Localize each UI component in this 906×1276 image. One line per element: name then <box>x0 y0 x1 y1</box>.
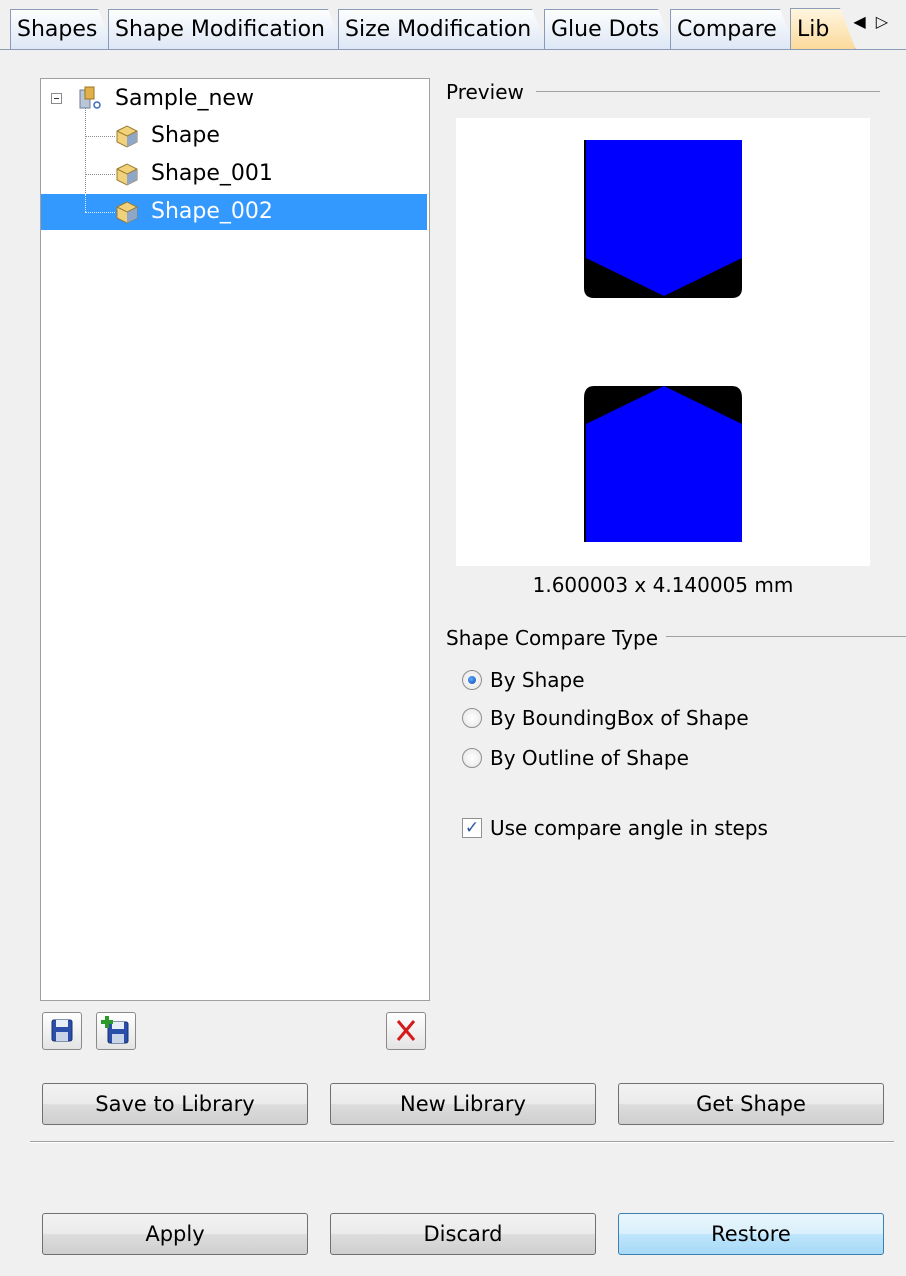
delete-button[interactable] <box>386 1012 426 1050</box>
shape-dimensions: 1.600003 x 4.140005 mm <box>532 573 794 597</box>
tree-item-label: Shape_001 <box>151 161 273 186</box>
shape-icon <box>116 125 138 148</box>
checkbox-label: Use compare angle in steps <box>490 816 768 840</box>
tab-baseline <box>0 49 906 50</box>
shape-icon <box>116 163 138 186</box>
radio-label: By Shape <box>490 668 585 692</box>
tab-label: Lib <box>797 17 830 42</box>
tree-item-label: Sample_new <box>115 86 254 111</box>
radio-button[interactable] <box>462 670 482 690</box>
tab-compare[interactable]: Compare <box>670 9 796 49</box>
new-library-button[interactable]: New Library <box>330 1083 596 1125</box>
tree-connector <box>85 194 86 212</box>
discard-button[interactable]: Discard <box>330 1213 596 1255</box>
preview-title: Preview <box>446 80 524 104</box>
get-shape-button[interactable]: Get Shape <box>618 1083 884 1125</box>
radio-by-shape[interactable]: By Shape <box>462 666 585 694</box>
tab-label: Shapes <box>17 17 98 42</box>
library-icon <box>79 86 101 109</box>
tab-lib[interactable]: Lib <box>790 8 856 50</box>
tab-size-modification[interactable]: Size Modification <box>338 9 548 49</box>
tree-item-shape[interactable]: Shape <box>41 118 427 154</box>
radio-by-bounding-box[interactable]: By BoundingBox of Shape <box>462 704 749 732</box>
tab-label: Shape Modification <box>115 17 325 42</box>
tab-label: Glue Dots <box>551 17 660 42</box>
restore-button[interactable]: Restore <box>618 1213 884 1255</box>
tab-scroll: ◀▷ <box>853 12 898 31</box>
radio-button[interactable] <box>462 708 482 728</box>
group-divider <box>666 636 906 637</box>
tree-item-shape-002[interactable]: Shape_002 <box>41 194 427 230</box>
tab-glue-dots[interactable]: Glue Dots <box>544 9 674 49</box>
tab-label: Size Modification <box>345 17 532 42</box>
button-separator <box>30 1141 894 1143</box>
radio-button[interactable] <box>462 748 482 768</box>
checkbox[interactable]: ✓ <box>462 818 482 838</box>
compare-angle-checkbox[interactable]: ✓ Use compare angle in steps <box>462 814 768 842</box>
tab-shapes[interactable]: Shapes <box>10 9 114 49</box>
collapse-icon[interactable] <box>51 93 62 104</box>
shape-preview <box>456 118 870 566</box>
tab-shape-modification[interactable]: Shape Modification <box>108 9 344 49</box>
tab-strip: Shapes Shape Modification Size Modificat… <box>0 0 906 52</box>
shape-icon <box>116 201 138 224</box>
tab-label: Compare <box>677 17 777 42</box>
tree-item-sample-new[interactable]: Sample_new <box>41 81 427 117</box>
delete-icon <box>396 1020 416 1041</box>
radio-label: By BoundingBox of Shape <box>490 706 749 730</box>
preview-canvas <box>584 140 742 542</box>
save-new-icon <box>101 1016 129 1044</box>
tree-item-shape-001[interactable]: Shape_001 <box>41 156 427 192</box>
tree-item-label: Shape_002 <box>151 199 273 224</box>
tree-connector <box>85 212 115 213</box>
apply-button[interactable]: Apply <box>42 1213 308 1255</box>
library-tree[interactable]: Sample_new Shape Shape_001 Shape_002 <box>40 78 430 1001</box>
compare-type-title: Shape Compare Type <box>446 626 659 650</box>
save-new-button[interactable] <box>96 1012 136 1050</box>
radio-by-outline[interactable]: By Outline of Shape <box>462 744 689 772</box>
tree-item-label: Shape <box>151 123 220 148</box>
save-button[interactable] <box>42 1012 82 1050</box>
save-icon <box>51 1019 73 1042</box>
save-to-library-button[interactable]: Save to Library <box>42 1083 308 1125</box>
group-divider <box>536 91 880 92</box>
radio-label: By Outline of Shape <box>490 746 689 770</box>
scroll-left-icon[interactable]: ◀ <box>853 12 875 31</box>
check-mark-icon: ✓ <box>464 818 480 838</box>
scroll-right-icon[interactable]: ▷ <box>876 12 898 31</box>
